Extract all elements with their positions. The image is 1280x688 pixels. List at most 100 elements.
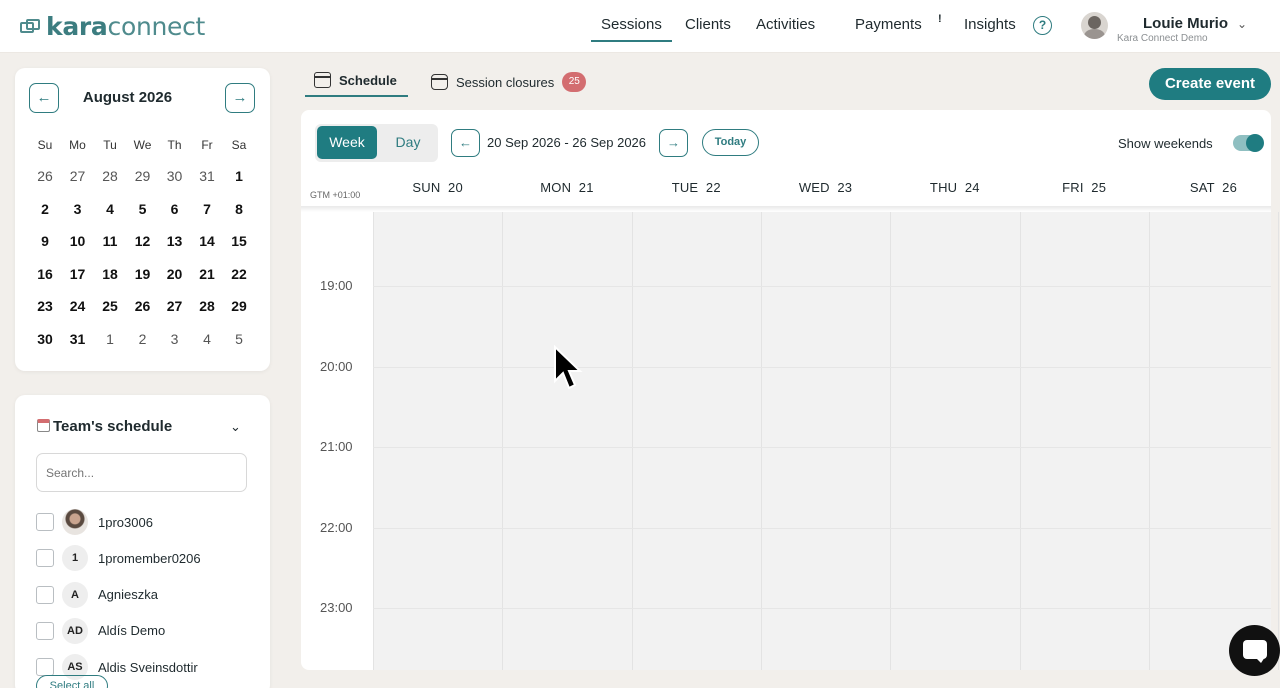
day-header-sat[interactable]: SAT 26 — [1149, 180, 1278, 195]
calendar-day[interactable]: 26 — [29, 168, 61, 184]
calendar-day[interactable]: 13 — [159, 233, 191, 249]
create-event-button[interactable]: Create event — [1149, 68, 1271, 100]
member-checkbox[interactable] — [36, 621, 54, 640]
calendar-day[interactable]: 28 — [191, 298, 223, 314]
calendar-day[interactable]: 2 — [127, 331, 159, 347]
today-button[interactable]: Today — [702, 129, 759, 156]
calendar-day[interactable]: 4 — [94, 201, 126, 217]
calendar-day[interactable]: 11 — [94, 233, 126, 249]
calendar-day[interactable]: 6 — [159, 201, 191, 217]
calendar-day[interactable]: 1 — [223, 168, 255, 184]
calendar-day[interactable]: 17 — [62, 266, 94, 282]
calendar-day[interactable]: 22 — [223, 266, 255, 282]
day-header-mon[interactable]: MON 21 — [502, 180, 631, 195]
grid-column-line — [502, 212, 504, 670]
team-member-row[interactable]: A Agnieszka — [36, 581, 158, 609]
calendar-day[interactable]: 16 — [29, 266, 61, 282]
week-view-button[interactable]: Week — [317, 126, 377, 159]
calendar-day[interactable]: 5 — [223, 331, 255, 347]
day-header-wed[interactable]: WED 23 — [761, 180, 890, 195]
chevron-down-icon[interactable]: ⌄ — [1237, 17, 1247, 31]
calendar-day[interactable]: 3 — [159, 331, 191, 347]
calendar-day[interactable]: 2 — [29, 201, 61, 217]
grid-column-line — [631, 212, 633, 670]
calendar-day[interactable]: 15 — [223, 233, 255, 249]
calendar-day[interactable]: 20 — [159, 266, 191, 282]
day-header-fri[interactable]: FRI 25 — [1020, 180, 1149, 195]
calendar-day[interactable]: 10 — [62, 233, 94, 249]
calendar-day[interactable]: 24 — [62, 298, 94, 314]
user-name[interactable]: Louie Murio — [1143, 15, 1228, 32]
tab-session-closures[interactable]: Session closures 25 — [431, 72, 587, 92]
day-header-tue[interactable]: TUE 22 — [632, 180, 761, 195]
calendar-day[interactable]: 30 — [159, 168, 191, 184]
kara-connect-logo[interactable]: karaconnect — [20, 12, 205, 41]
calendar-day[interactable]: 31 — [62, 331, 94, 347]
calendar-day[interactable]: 21 — [191, 266, 223, 282]
member-checkbox[interactable] — [36, 585, 54, 604]
member-checkbox[interactable] — [36, 513, 54, 531]
hour-label: 19:00 — [320, 278, 353, 293]
grid-column-line — [890, 212, 892, 670]
day-view-button[interactable]: Day — [380, 126, 436, 159]
calendar-day[interactable]: 12 — [127, 233, 159, 249]
weekday-header: Th — [167, 138, 182, 152]
nav-payments[interactable]: Payments — [855, 16, 922, 33]
calendar-day[interactable]: 9 — [29, 233, 61, 249]
next-week-button[interactable]: → — [659, 129, 688, 157]
time-grid[interactable] — [373, 212, 1271, 670]
calendar-icon — [314, 72, 331, 88]
calendar-day[interactable]: 25 — [94, 298, 126, 314]
member-checkbox[interactable] — [36, 658, 54, 677]
calendar-day[interactable]: 1 — [94, 331, 126, 347]
nav-insights[interactable]: Insights — [964, 16, 1016, 33]
calendar-day[interactable]: 27 — [159, 298, 191, 314]
calendar-day[interactable]: 5 — [127, 201, 159, 217]
member-name: Agnieszka — [98, 587, 158, 603]
calendar-day[interactable]: 30 — [29, 331, 61, 347]
hour-label: 21:00 — [320, 439, 353, 455]
calendar-day[interactable]: 8 — [223, 201, 255, 217]
calendar-day[interactable]: 26 — [127, 298, 159, 314]
team-member-row[interactable]: 1 1promember0206 — [36, 544, 201, 572]
calendar-day[interactable]: 27 — [62, 168, 94, 184]
tab-schedule[interactable]: Schedule — [314, 72, 397, 88]
calendar-emoji-icon — [37, 419, 50, 432]
calendar-day[interactable]: 28 — [94, 168, 126, 184]
calendar-day[interactable]: 3 — [62, 201, 94, 217]
chat-button[interactable] — [1229, 625, 1280, 676]
calendar-day[interactable]: 4 — [191, 331, 223, 347]
team-member-row[interactable]: AD Aldís Demo — [36, 617, 165, 645]
tab-session-closures-label: Session closures — [456, 74, 555, 90]
next-month-button[interactable]: → — [225, 83, 255, 113]
day-header-thu[interactable]: THU 24 — [890, 180, 1019, 195]
team-search-input[interactable] — [36, 453, 247, 492]
calendar-day[interactable]: 14 — [191, 233, 223, 249]
calendar-day[interactable]: 29 — [127, 168, 159, 184]
tab-schedule-label: Schedule — [339, 72, 397, 88]
help-icon[interactable]: ? — [1033, 16, 1052, 35]
mini-calendar-card — [15, 68, 270, 371]
weekday-header: Tu — [103, 138, 117, 152]
day-header-sun[interactable]: SUN 20 — [373, 180, 502, 195]
weekday-header: Fr — [201, 138, 213, 152]
chevron-down-icon[interactable]: ⌄ — [230, 419, 241, 435]
select-all-button[interactable]: Select all — [36, 675, 108, 688]
hour-label: 23:00 — [320, 600, 353, 616]
payments-alert-badge: ! — [938, 13, 942, 25]
calendar-day[interactable]: 23 — [29, 298, 61, 314]
team-member-row[interactable]: 1pro3006 — [36, 508, 153, 536]
show-weekends-toggle[interactable] — [1233, 134, 1264, 152]
member-checkbox[interactable] — [36, 549, 54, 568]
calendar-day[interactable]: 31 — [191, 168, 223, 184]
nav-activities[interactable]: Activities — [756, 16, 815, 33]
active-tab-indicator — [305, 95, 408, 97]
calendar-day[interactable]: 7 — [191, 201, 223, 217]
calendar-day[interactable]: 18 — [94, 266, 126, 282]
calendar-day[interactable]: 29 — [223, 298, 255, 314]
user-avatar[interactable] — [1081, 12, 1108, 39]
nav-sessions[interactable]: Sessions — [591, 16, 672, 42]
calendar-day[interactable]: 19 — [127, 266, 159, 282]
prev-week-button[interactable]: ← — [451, 129, 480, 157]
nav-clients[interactable]: Clients — [685, 16, 731, 33]
